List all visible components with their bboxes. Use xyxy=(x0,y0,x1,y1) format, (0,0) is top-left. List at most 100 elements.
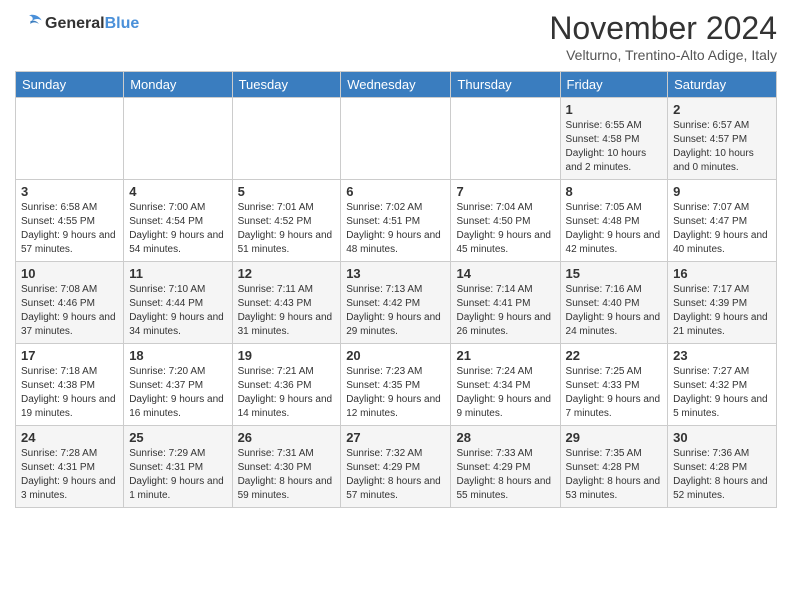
calendar-cell-w1-d6: 1 Sunrise: 6:55 AMSunset: 4:58 PMDaylight… xyxy=(560,98,668,180)
day-info: Sunrise: 7:32 AMSunset: 4:29 PMDaylight:… xyxy=(346,447,445,503)
calendar-cell-w1-d1 xyxy=(16,98,124,180)
day-number: 25 xyxy=(129,430,226,445)
day-info: Sunrise: 6:58 AMSunset: 4:55 PMDaylight:… xyxy=(21,201,118,257)
header-thursday: Thursday xyxy=(451,72,560,98)
calendar-cell-w5-d7: 30 Sunrise: 7:36 AMSunset: 4:28 PMDayligh… xyxy=(668,426,777,508)
day-number: 28 xyxy=(456,430,554,445)
day-number: 2 xyxy=(673,102,771,117)
calendar-cell-w3-d3: 12Sunrise: 7:11 AMSunset: 4:43 PMDayligh… xyxy=(232,262,341,344)
header-saturday: Saturday xyxy=(668,72,777,98)
day-number: 7 xyxy=(456,184,554,199)
calendar-week-3: 10 Sunrise: 7:08 AMSunset: 4:46 PMDayligh… xyxy=(16,262,777,344)
location: Velturno, Trentino-Alto Adige, Italy xyxy=(549,47,777,63)
day-info: Sunrise: 7:35 AMSunset: 4:28 PMDaylight:… xyxy=(566,447,663,503)
day-number: 12 xyxy=(238,266,336,281)
day-number: 22 xyxy=(566,348,663,363)
calendar-cell-w3-d1: 10 Sunrise: 7:08 AMSunset: 4:46 PMDayligh… xyxy=(16,262,124,344)
calendar-cell-w5-d5: 28Sunrise: 7:33 AMSunset: 4:29 PMDayligh… xyxy=(451,426,560,508)
day-number: 9 xyxy=(673,184,771,199)
calendar-cell-w5-d6: 29 Sunrise: 7:35 AMSunset: 4:28 PMDayligh… xyxy=(560,426,668,508)
day-info: Sunrise: 7:23 AMSunset: 4:35 PMDaylight:… xyxy=(346,365,445,421)
calendar-cell-w2-d5: 7 Sunrise: 7:04 AMSunset: 4:50 PMDaylight… xyxy=(451,180,560,262)
page-container: GeneralBlue November 2024 Velturno, Tren… xyxy=(0,0,792,518)
calendar-week-1: 1 Sunrise: 6:55 AMSunset: 4:58 PMDaylight… xyxy=(16,98,777,180)
day-number: 11 xyxy=(129,266,226,281)
calendar-header-row: Sunday Monday Tuesday Wednesday Thursday… xyxy=(16,72,777,98)
day-info: Sunrise: 7:27 AMSunset: 4:32 PMDaylight:… xyxy=(673,365,771,421)
calendar-cell-w4-d2: 18Sunrise: 7:20 AMSunset: 4:37 PMDayligh… xyxy=(124,344,232,426)
calendar-cell-w5-d3: 26 Sunrise: 7:31 AMSunset: 4:30 PMDayligh… xyxy=(232,426,341,508)
day-info: Sunrise: 7:16 AMSunset: 4:40 PMDaylight:… xyxy=(566,283,663,339)
calendar-cell-w1-d7: 2Sunrise: 6:57 AMSunset: 4:57 PMDaylight… xyxy=(668,98,777,180)
day-number: 21 xyxy=(456,348,554,363)
logo-text: GeneralBlue xyxy=(45,15,139,33)
header-sunday: Sunday xyxy=(16,72,124,98)
day-info: Sunrise: 7:02 AMSunset: 4:51 PMDaylight:… xyxy=(346,201,445,257)
day-info: Sunrise: 7:29 AMSunset: 4:31 PMDaylight:… xyxy=(129,447,226,503)
day-info: Sunrise: 7:21 AMSunset: 4:36 PMDaylight:… xyxy=(238,365,336,421)
day-info: Sunrise: 7:20 AMSunset: 4:37 PMDaylight:… xyxy=(129,365,226,421)
day-info: Sunrise: 7:13 AMSunset: 4:42 PMDaylight:… xyxy=(346,283,445,339)
calendar-cell-w4-d5: 21 Sunrise: 7:24 AMSunset: 4:34 PMDayligh… xyxy=(451,344,560,426)
calendar-cell-w5-d1: 24 Sunrise: 7:28 AMSunset: 4:31 PMDayligh… xyxy=(16,426,124,508)
day-info: Sunrise: 6:55 AMSunset: 4:58 PMDaylight:… xyxy=(566,119,663,175)
title-section: November 2024 Velturno, Trentino-Alto Ad… xyxy=(549,10,777,63)
month-title: November 2024 xyxy=(549,10,777,47)
calendar-cell-w3-d5: 14 Sunrise: 7:14 AMSunset: 4:41 PMDayligh… xyxy=(451,262,560,344)
day-info: Sunrise: 7:10 AMSunset: 4:44 PMDaylight:… xyxy=(129,283,226,339)
day-info: Sunrise: 7:28 AMSunset: 4:31 PMDaylight:… xyxy=(21,447,118,503)
day-number: 30 xyxy=(673,430,771,445)
calendar-cell-w1-d3 xyxy=(232,98,341,180)
day-number: 14 xyxy=(456,266,554,281)
logo-icon xyxy=(15,10,43,38)
day-number: 26 xyxy=(238,430,336,445)
day-info: Sunrise: 7:08 AMSunset: 4:46 PMDaylight:… xyxy=(21,283,118,339)
calendar-cell-w4-d6: 22 Sunrise: 7:25 AMSunset: 4:33 PMDayligh… xyxy=(560,344,668,426)
day-number: 27 xyxy=(346,430,445,445)
day-number: 16 xyxy=(673,266,771,281)
logo: GeneralBlue xyxy=(15,10,139,38)
calendar-cell-w2-d1: 3 Sunrise: 6:58 AMSunset: 4:55 PMDaylight… xyxy=(16,180,124,262)
calendar-cell-w4-d7: 23Sunrise: 7:27 AMSunset: 4:32 PMDayligh… xyxy=(668,344,777,426)
calendar-week-4: 17Sunrise: 7:18 AMSunset: 4:38 PMDayligh… xyxy=(16,344,777,426)
day-number: 17 xyxy=(21,348,118,363)
calendar-cell-w4-d1: 17Sunrise: 7:18 AMSunset: 4:38 PMDayligh… xyxy=(16,344,124,426)
calendar-cell-w3-d7: 16Sunrise: 7:17 AMSunset: 4:39 PMDayligh… xyxy=(668,262,777,344)
day-number: 29 xyxy=(566,430,663,445)
calendar-cell-w2-d4: 6 Sunrise: 7:02 AMSunset: 4:51 PMDaylight… xyxy=(341,180,451,262)
day-info: Sunrise: 7:04 AMSunset: 4:50 PMDaylight:… xyxy=(456,201,554,257)
day-info: Sunrise: 7:14 AMSunset: 4:41 PMDaylight:… xyxy=(456,283,554,339)
day-info: Sunrise: 7:31 AMSunset: 4:30 PMDaylight:… xyxy=(238,447,336,503)
day-number: 19 xyxy=(238,348,336,363)
calendar-cell-w4-d3: 19 Sunrise: 7:21 AMSunset: 4:36 PMDayligh… xyxy=(232,344,341,426)
day-info: Sunrise: 7:01 AMSunset: 4:52 PMDaylight:… xyxy=(238,201,336,257)
calendar-cell-w2-d6: 8Sunrise: 7:05 AMSunset: 4:48 PMDaylight… xyxy=(560,180,668,262)
calendar-cell-w1-d5 xyxy=(451,98,560,180)
day-number: 20 xyxy=(346,348,445,363)
calendar-cell-w5-d2: 25 Sunrise: 7:29 AMSunset: 4:31 PMDayligh… xyxy=(124,426,232,508)
header-monday: Monday xyxy=(124,72,232,98)
day-info: Sunrise: 7:00 AMSunset: 4:54 PMDaylight:… xyxy=(129,201,226,257)
calendar-cell-w2-d7: 9 Sunrise: 7:07 AMSunset: 4:47 PMDaylight… xyxy=(668,180,777,262)
day-info: Sunrise: 7:25 AMSunset: 4:33 PMDaylight:… xyxy=(566,365,663,421)
calendar-cell-w1-d2 xyxy=(124,98,232,180)
day-number: 3 xyxy=(21,184,118,199)
calendar-cell-w4-d4: 20 Sunrise: 7:23 AMSunset: 4:35 PMDayligh… xyxy=(341,344,451,426)
day-number: 1 xyxy=(566,102,663,117)
calendar-cell-w3-d2: 11 Sunrise: 7:10 AMSunset: 4:44 PMDayligh… xyxy=(124,262,232,344)
day-number: 6 xyxy=(346,184,445,199)
header: GeneralBlue November 2024 Velturno, Tren… xyxy=(15,10,777,63)
day-info: Sunrise: 7:36 AMSunset: 4:28 PMDaylight:… xyxy=(673,447,771,503)
day-info: Sunrise: 7:24 AMSunset: 4:34 PMDaylight:… xyxy=(456,365,554,421)
calendar-cell-w5-d4: 27 Sunrise: 7:32 AMSunset: 4:29 PMDayligh… xyxy=(341,426,451,508)
calendar-cell-w1-d4 xyxy=(341,98,451,180)
calendar-cell-w2-d2: 4Sunrise: 7:00 AMSunset: 4:54 PMDaylight… xyxy=(124,180,232,262)
day-number: 15 xyxy=(566,266,663,281)
day-number: 24 xyxy=(21,430,118,445)
day-number: 5 xyxy=(238,184,336,199)
day-number: 10 xyxy=(21,266,118,281)
day-number: 13 xyxy=(346,266,445,281)
calendar-table: Sunday Monday Tuesday Wednesday Thursday… xyxy=(15,71,777,508)
day-number: 8 xyxy=(566,184,663,199)
day-info: Sunrise: 7:07 AMSunset: 4:47 PMDaylight:… xyxy=(673,201,771,257)
